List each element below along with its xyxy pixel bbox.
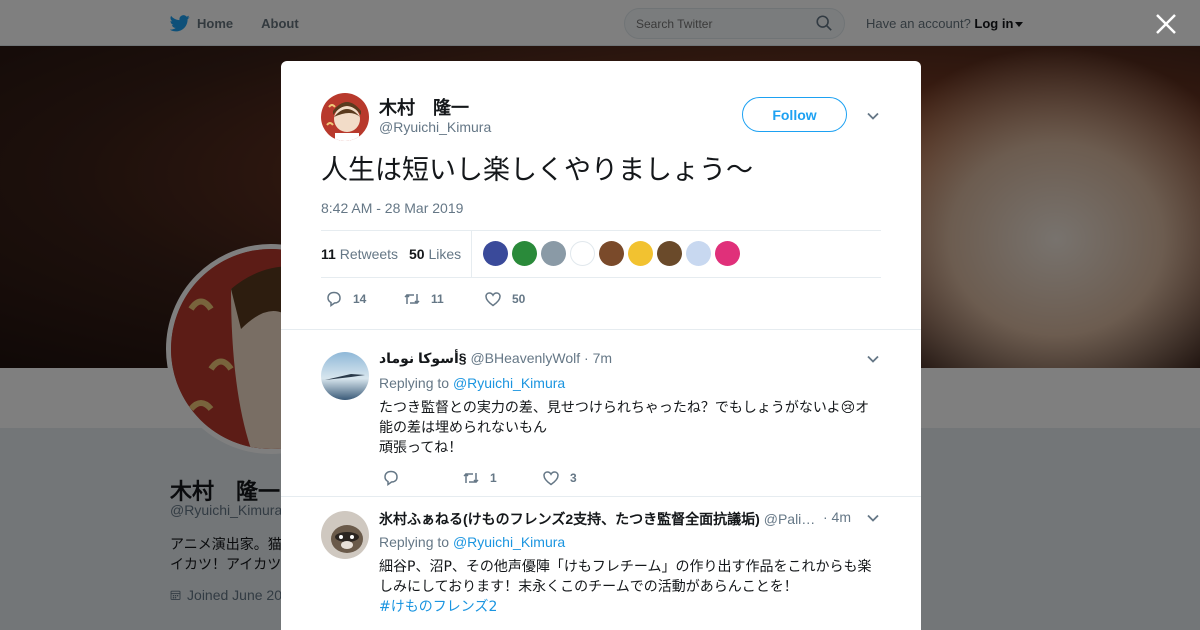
reply-actions: 1 3 [382, 469, 577, 487]
retweet-count: 1 [490, 471, 497, 485]
like-count: 50 [512, 292, 526, 306]
reply-button[interactable]: 14 [325, 290, 403, 308]
retweets-stat[interactable]: 11 Retweets [321, 246, 398, 262]
author-name[interactable]: 木村 隆一 [379, 94, 469, 120]
reply-time-wrap: · 4m [823, 509, 851, 525]
reply-author-handle[interactable]: @Pali… [764, 511, 816, 527]
replying-to: Replying to @Ryuichi_Kimura [379, 534, 565, 550]
liker-avatar[interactable] [657, 241, 682, 266]
reply-author-name[interactable]: أسوكا نوماد§ [379, 350, 467, 366]
reply-icon [384, 470, 398, 486]
like-button[interactable]: 50 [484, 290, 525, 308]
liker-avatar[interactable] [512, 241, 537, 266]
heart-icon [543, 471, 559, 486]
likes-label: Likes [428, 246, 462, 262]
reply-text-line: 能の差は埋められないもん [379, 420, 547, 436]
liker-avatar[interactable] [599, 241, 624, 266]
reply-count: 14 [353, 292, 367, 306]
author-handle[interactable]: @Ryuichi_Kimura [379, 119, 491, 135]
reply-icon [327, 291, 341, 307]
reply-text-line: 細谷P、沼P、その他声優陣「けもフレチーム」の作り出す作品をこれからも楽 [379, 559, 872, 575]
reply-text: たつき監督との実力の差、見せつけられちゃったね？でもしょうがないよ😢オ 能の差は… [379, 398, 879, 458]
close-icon[interactable] [1155, 13, 1177, 35]
replying-label: Replying to [379, 534, 450, 550]
tweet-actions: 14 11 50 [325, 290, 525, 308]
reply-header: 氷村ふぁねる(けものフレンズ2支持、たつき監督全面抗議垢) @Pali… [379, 509, 824, 529]
like-count: 3 [570, 471, 577, 485]
reply-author-handle[interactable]: @BHeavenlyWolf [470, 350, 580, 366]
follow-button[interactable]: Follow [742, 97, 847, 132]
reply-header: أسوكا نوماد§ @BHeavenlyWolf · 7m [379, 350, 612, 367]
retweet-count: 11 [431, 292, 444, 306]
liker-avatar[interactable] [541, 241, 566, 266]
tweet-stats: 11 Retweets 50 Likes [321, 230, 881, 278]
retweet-button[interactable]: 1 [462, 469, 542, 487]
reply-time[interactable]: · 7m [584, 350, 612, 366]
replying-to-link[interactable]: @Ryuichi_Kimura [453, 375, 565, 391]
likes-count: 50 [409, 246, 425, 262]
replying-label: Replying to [379, 375, 450, 391]
chevron-down-icon[interactable] [866, 511, 880, 525]
replying-to-link[interactable]: @Ryuichi_Kimura [453, 534, 565, 550]
chevron-down-icon[interactable] [866, 109, 880, 123]
liker-avatars [483, 241, 744, 266]
retweets-label: Retweets [339, 246, 399, 262]
chevron-down-icon[interactable] [866, 352, 880, 366]
reply-avatar[interactable] [321, 511, 369, 559]
replying-to: Replying to @Ryuichi_Kimura [379, 375, 565, 391]
heart-icon [485, 292, 501, 307]
tweet-text: 人生は短いし楽しくやりましょう〜 [321, 155, 753, 186]
avatar-illustration [321, 352, 369, 400]
retweets-count: 11 [321, 246, 336, 262]
tweet-timestamp[interactable]: 8:42 AM - 28 Mar 2019 [321, 200, 463, 216]
likes-stat[interactable]: 50 Likes [409, 246, 461, 262]
reply-text-line: しみにしております！末永くこのチームでの活動があらんことを！ [379, 579, 798, 595]
reply-text-line: たつき監督との実力の差、見せつけられちゃったね？でもしょうがないよ😢オ [379, 400, 870, 416]
liker-avatar[interactable] [483, 241, 508, 266]
retweet-button[interactable]: 11 [403, 290, 484, 308]
liker-avatar[interactable] [628, 241, 653, 266]
reply-text: 細谷P、沼P、その他声優陣「けもフレチーム」の作り出す作品をこれからも楽 しみに… [379, 557, 879, 617]
stats-divider [471, 231, 472, 277]
reply-item[interactable]: 氷村ふぁねる(けものフレンズ2支持、たつき監督全面抗議垢) @Pali… · 4… [281, 496, 921, 630]
hashtag-link[interactable]: #けものフレンズ2 [379, 597, 879, 617]
retweet-icon [404, 293, 420, 305]
reply-author-name[interactable]: 氷村ふぁねる(けものフレンズ2支持、たつき監督全面抗議垢) [379, 511, 760, 527]
author-avatar[interactable] [321, 93, 369, 141]
reply-avatar[interactable] [321, 352, 369, 400]
reply-text-line: 頑張ってね！ [379, 440, 463, 456]
liker-avatar[interactable] [686, 241, 711, 266]
liker-avatar[interactable] [715, 241, 740, 266]
reply-button[interactable] [382, 469, 462, 487]
like-button[interactable]: 3 [542, 469, 577, 487]
avatar-illustration [321, 93, 369, 141]
retweet-icon [463, 472, 479, 484]
avatar-illustration [321, 511, 369, 559]
liker-avatar[interactable] [570, 241, 595, 266]
tweet-modal: 木村 隆一 @Ryuichi_Kimura Follow 人生は短いし楽しくやり… [281, 61, 921, 630]
reply-time[interactable]: · 4m [823, 509, 851, 525]
reply-item[interactable]: أسوكا نوماد§ @BHeavenlyWolf · 7m Replyin… [281, 329, 921, 497]
